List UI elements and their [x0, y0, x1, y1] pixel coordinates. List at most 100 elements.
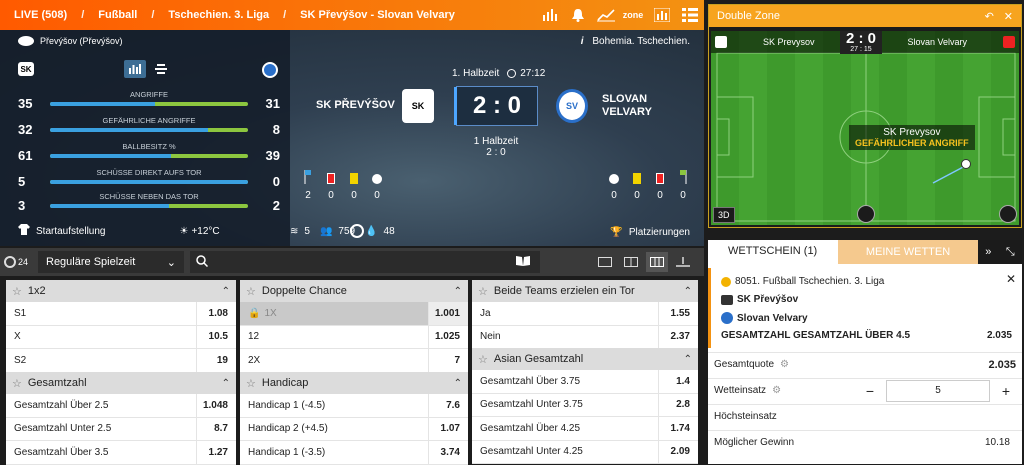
stake-increase-button[interactable]: + [996, 383, 1016, 399]
one-column-icon[interactable] [594, 252, 616, 272]
odds-value[interactable]: 1.55 [658, 302, 698, 325]
star-icon[interactable]: ☆ [478, 285, 488, 298]
stopwatch-icon[interactable] [999, 205, 1017, 223]
stopwatch-button[interactable] [342, 216, 372, 246]
odds-row[interactable]: Nein 2.37 [472, 325, 698, 349]
odds-value[interactable]: 8.7 [196, 417, 236, 440]
stats-bar-icon[interactable] [536, 0, 564, 30]
stat-bar-home-fill [50, 204, 169, 208]
odds-row[interactable]: X 10.5 [6, 325, 236, 349]
odds-row[interactable]: Gesamtzahl Über 2.5 1.048 [6, 394, 236, 418]
zone-button[interactable]: zone [620, 0, 648, 30]
odds-value[interactable]: 2.8 [658, 393, 698, 416]
bell-icon[interactable] [564, 0, 592, 30]
breadcrumb-match[interactable]: SK Převýšov - Slovan Velvary [286, 9, 455, 21]
market-header[interactable]: ☆ Handicap ⌃ [240, 372, 468, 394]
odds-value[interactable]: 2.09 [658, 440, 698, 463]
star-icon[interactable]: ☆ [12, 285, 22, 298]
zone-home-team: SK Prevysov [763, 37, 815, 47]
market-header[interactable]: ☆ Doppelte Chance ⌃ [240, 280, 468, 302]
market-header[interactable]: ☆ 1x2 ⌃ [6, 280, 236, 302]
odds-row[interactable]: Gesamtzahl Unter 3.75 2.8 [472, 393, 698, 417]
book-icon[interactable] [516, 255, 530, 269]
odds-row[interactable]: 2X 7 [240, 349, 468, 373]
odds-value[interactable]: 1.27 [196, 441, 236, 464]
search-input[interactable] [190, 251, 540, 273]
outcome-name: S1 [14, 307, 27, 319]
away-team-name-line2: VELVARY [602, 106, 652, 118]
star-icon[interactable]: ☆ [478, 353, 488, 366]
standings-link[interactable]: 🏆 Platzierungen [610, 227, 690, 238]
collapse-icon[interactable]: ⤡ [1006, 246, 1015, 259]
tab-betslip[interactable]: WETTSCHEIN (1) [708, 240, 838, 264]
odds-row[interactable]: 12 1.025 [240, 325, 468, 349]
odds-value[interactable]: 10.5 [196, 325, 236, 348]
star-icon[interactable]: ☆ [246, 377, 256, 390]
3d-view-button[interactable]: 3D [713, 207, 735, 223]
market-header[interactable]: ☆ Asian Gesamtzahl ⌃ [472, 348, 698, 370]
chevron-up-icon[interactable]: ⌃ [222, 378, 230, 389]
odds-row[interactable]: Ja 1.55 [472, 302, 698, 326]
odds-row[interactable]: Gesamtzahl Über 3.5 1.27 [6, 441, 236, 465]
odds-value[interactable]: 3.74 [428, 441, 468, 464]
odds-row[interactable]: Handicap 1 (-4.5) 7.6 [240, 394, 468, 418]
stake-decrease-button[interactable]: − [860, 383, 880, 399]
odds-row[interactable]: Handicap 1 (-3.5) 3.74 [240, 441, 468, 465]
odds-value[interactable]: 19 [196, 349, 236, 372]
odds-value[interactable]: 1.048 [196, 394, 236, 417]
chevron-up-icon[interactable]: ⌃ [454, 378, 462, 389]
lineup-link[interactable]: Startaufstellung [36, 226, 106, 237]
three-column-icon[interactable] [646, 252, 668, 272]
timer-toggle[interactable]: 24 [0, 256, 32, 268]
breadcrumb-league[interactable]: Tschechien. 3. Liga [154, 9, 269, 21]
gear-icon[interactable]: ⚙ [772, 385, 781, 396]
period-select[interactable]: Reguläre Spielzeit ⌄ [38, 251, 184, 273]
odds-value[interactable]: 1.08 [196, 302, 236, 325]
odds-value[interactable]: 1.025 [428, 325, 468, 348]
star-icon[interactable]: ☆ [12, 377, 22, 390]
odds-value[interactable]: 1.4 [658, 370, 698, 393]
odds-row[interactable]: Gesamtzahl Unter 4.25 2.09 [472, 440, 698, 464]
odds-row[interactable]: Handicap 2 (+4.5) 1.07 [240, 417, 468, 441]
market-header[interactable]: ☆ Gesamtzahl ⌃ [6, 372, 236, 394]
stake-label: Wetteinsatz [714, 385, 767, 396]
odds-value[interactable]: 7.6 [428, 394, 468, 417]
odds-value[interactable]: 1.74 [658, 417, 698, 440]
odds-value[interactable]: 7 [428, 349, 468, 372]
tab-my-bets[interactable]: MEINE WETTEN [838, 240, 978, 264]
odds-row[interactable]: S1 1.08 [6, 302, 236, 326]
trend-chart-icon[interactable] [592, 0, 620, 30]
undo-icon[interactable]: ↶ [985, 10, 994, 23]
chevron-up-icon[interactable]: ⌃ [684, 354, 692, 365]
bar-view-icon[interactable] [124, 60, 146, 78]
odds-value[interactable]: 1.07 [428, 417, 468, 440]
total-odds-value: 2.035 [988, 358, 1016, 371]
stats-icon[interactable] [857, 205, 875, 223]
remove-selection-icon[interactable]: ✕ [1006, 272, 1016, 286]
column-chart-icon[interactable] [648, 0, 676, 30]
market-title: 1x2 [27, 285, 46, 297]
chevron-up-icon[interactable]: ⌃ [684, 286, 692, 297]
download-icon[interactable] [672, 252, 694, 272]
odds-row[interactable]: S2 19 [6, 349, 236, 373]
breadcrumb-live[interactable]: LIVE (508) [0, 9, 67, 21]
market-header[interactable]: ☆ Beide Teams erzielen ein Tor ⌃ [472, 280, 698, 302]
odds-row[interactable]: Gesamtzahl Über 4.25 1.74 [472, 417, 698, 441]
odds-row[interactable]: Gesamtzahl Über 3.75 1.4 [472, 370, 698, 394]
star-icon[interactable]: ☆ [246, 285, 256, 298]
list-menu-icon[interactable] [676, 0, 704, 30]
gear-icon[interactable]: ⚙ [780, 359, 789, 370]
chevron-up-icon[interactable]: ⌃ [222, 286, 230, 297]
breadcrumb-sport[interactable]: Fußball [84, 9, 137, 21]
away-cards: 0 0 0 0 [608, 170, 689, 201]
list-view-icon[interactable] [150, 60, 172, 78]
yellow-card-icon [631, 170, 643, 184]
two-column-icon[interactable] [620, 252, 642, 272]
odds-value[interactable]: 2.37 [658, 325, 698, 348]
stake-input[interactable]: 5 [886, 379, 990, 402]
odds-row[interactable]: Gesamtzahl Unter 2.5 8.7 [6, 417, 236, 441]
chevron-up-icon[interactable]: ⌃ [454, 286, 462, 297]
close-icon[interactable]: ✕ [1004, 10, 1013, 23]
match-scoreboard: Převýšov (Převýšov) SK 35 ANGRIFFE 31 32… [0, 30, 704, 246]
chevron-double-right-icon[interactable]: » [985, 246, 991, 258]
